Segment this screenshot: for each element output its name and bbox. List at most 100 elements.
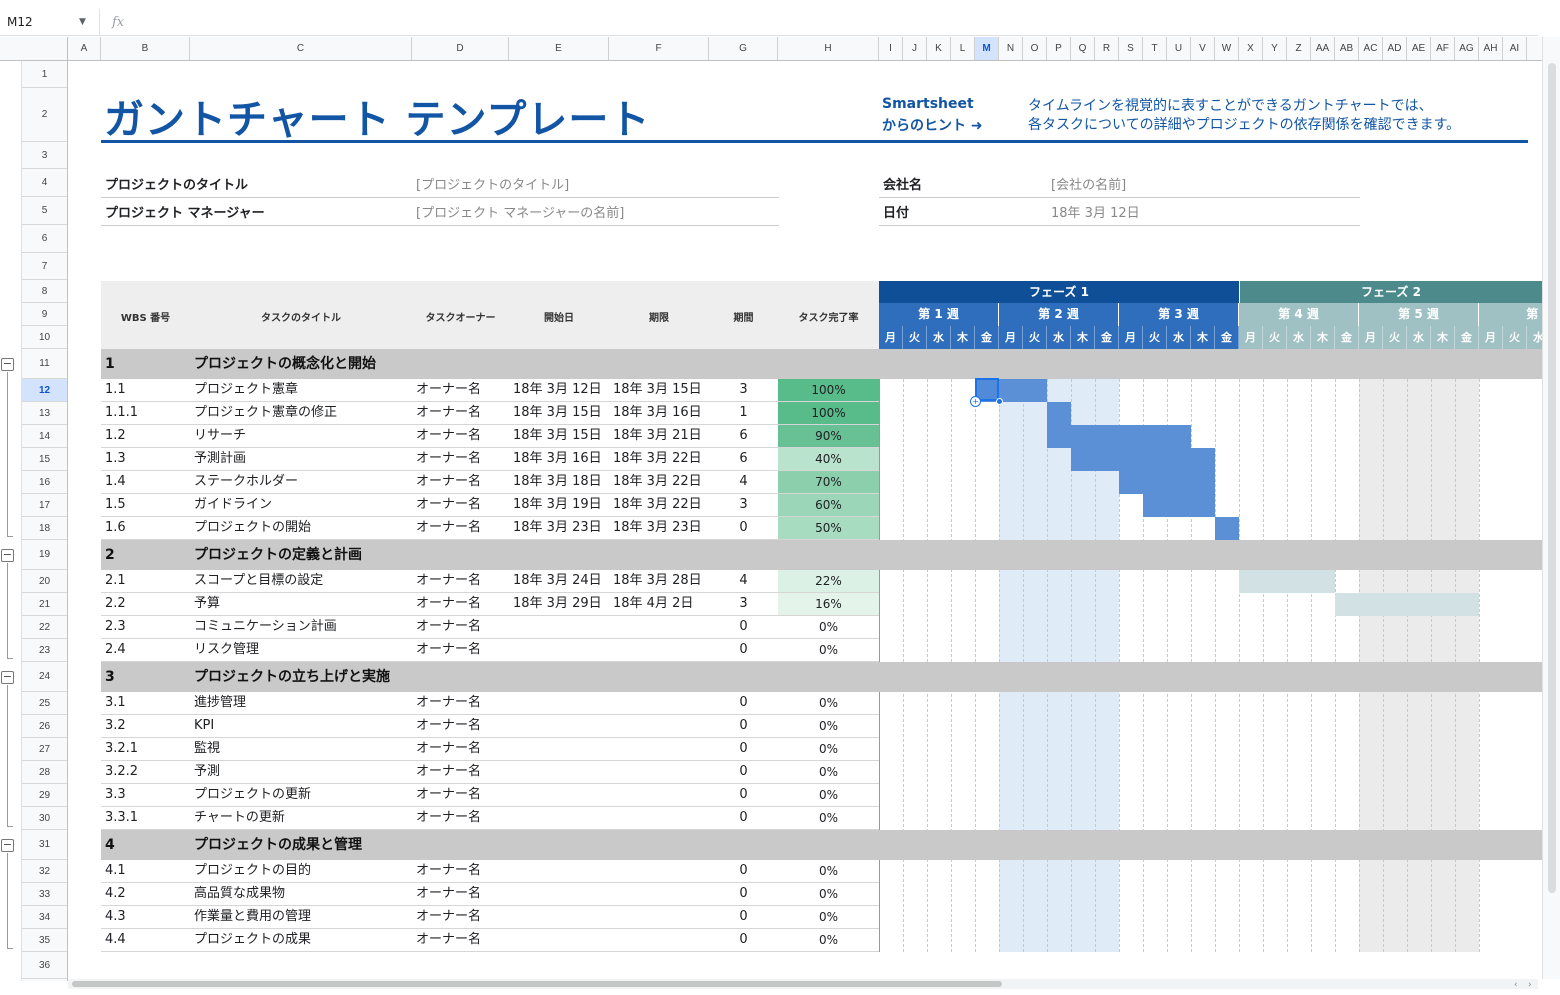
percent-complete[interactable]: 0%	[778, 860, 879, 882]
duration[interactable]: 6	[709, 448, 778, 470]
row-header[interactable]: 11	[22, 349, 67, 379]
table-row[interactable]: 2.3 コミュニケーション計画 オーナー名 0 0%	[101, 616, 879, 639]
column-header[interactable]: AD	[1383, 37, 1407, 60]
row-header[interactable]: 20	[22, 570, 67, 593]
column-header[interactable]: H	[778, 37, 879, 60]
duration[interactable]: 1	[709, 402, 778, 424]
task-owner[interactable]: オーナー名	[416, 692, 481, 714]
duration[interactable]: 0	[709, 883, 778, 905]
column-header[interactable]: V	[1191, 37, 1215, 60]
percent-complete[interactable]: 0%	[778, 761, 879, 783]
start-date[interactable]: 18年 3月 12日	[513, 379, 602, 401]
percent-complete[interactable]: 0%	[778, 715, 879, 737]
table-row[interactable]: 2.1 スコープと目標の設定 オーナー名 18年 3月 24日 18年 3月 28日 4 2…	[101, 570, 879, 593]
task-title[interactable]: ガイドライン	[194, 494, 272, 516]
column-header[interactable]: W	[1215, 37, 1239, 60]
task-title[interactable]: プロジェクト憲章の修正	[194, 402, 337, 424]
task-title[interactable]: プロジェクトの更新	[194, 784, 311, 806]
row-header[interactable]: 2	[22, 88, 67, 142]
table-row[interactable]: 3.2.2 予測 オーナー名 0 0%	[101, 761, 879, 784]
task-owner[interactable]: オーナー名	[416, 379, 481, 401]
row-header[interactable]: 30	[22, 807, 67, 830]
drag-handle-icon[interactable]: +	[970, 396, 981, 407]
column-header[interactable]: I	[879, 37, 903, 60]
end-date[interactable]: 18年 3月 22日	[613, 448, 702, 470]
scroll-left-icon[interactable]: ‹	[1514, 980, 1518, 990]
row-header[interactable]: 15	[22, 448, 67, 471]
row-header[interactable]: 34	[22, 906, 67, 929]
column-header[interactable]: AI	[1503, 37, 1527, 60]
table-row[interactable]: 4.4 プロジェクトの成果 オーナー名 0 0%	[101, 929, 879, 952]
vertical-scrollbar[interactable]	[1542, 37, 1560, 979]
percent-complete[interactable]: 16%	[778, 593, 879, 615]
task-title[interactable]: リサーチ	[194, 425, 246, 447]
table-row[interactable]: 4.3 作業量と費用の管理 オーナー名 0 0%	[101, 906, 879, 929]
row-header[interactable]: 5	[22, 197, 67, 225]
duration[interactable]: 0	[709, 616, 778, 638]
column-header[interactable]: R	[1095, 37, 1119, 60]
percent-complete[interactable]: 70%	[778, 471, 879, 493]
duration[interactable]: 6	[709, 425, 778, 447]
horizontal-scrollbar[interactable]	[68, 979, 1538, 989]
collapse-group-icon[interactable]: −	[1, 357, 14, 371]
end-date[interactable]: 18年 3月 28日	[613, 570, 702, 592]
start-date[interactable]: 18年 3月 15日	[513, 402, 602, 424]
start-date[interactable]: 18年 3月 15日	[513, 425, 602, 447]
task-owner[interactable]: オーナー名	[416, 883, 481, 905]
task-title[interactable]: プロジェクトの成果	[194, 929, 311, 951]
task-title[interactable]: 高品質な成果物	[194, 883, 285, 905]
task-owner[interactable]: オーナー名	[416, 929, 481, 951]
task-title[interactable]: チャートの更新	[194, 807, 285, 829]
duration[interactable]: 3	[709, 593, 778, 615]
row-header[interactable]: 13	[22, 402, 67, 425]
start-date[interactable]: 18年 3月 23日	[513, 517, 602, 539]
task-owner[interactable]: オーナー名	[416, 402, 481, 424]
start-date[interactable]: 18年 3月 18日	[513, 471, 602, 493]
column-header[interactable]: AF	[1431, 37, 1455, 60]
task-owner[interactable]: オーナー名	[416, 860, 481, 882]
duration[interactable]: 3	[709, 379, 778, 401]
task-title[interactable]: 監視	[194, 738, 220, 760]
task-title[interactable]: 予測計画	[194, 448, 246, 470]
sheet-grid[interactable]: ガントチャート テンプレート Smartsheet からのヒント ➜ タイムライ…	[68, 61, 1542, 981]
gantt-bar[interactable]	[1239, 570, 1335, 593]
fill-handle[interactable]	[996, 398, 1003, 405]
column-header[interactable]: K	[927, 37, 951, 60]
table-row[interactable]: 1.1.1 プロジェクト憲章の修正 オーナー名 18年 3月 15日 18年 3月 16…	[101, 402, 879, 425]
table-row[interactable]: 3.2 KPI オーナー名 0 0%	[101, 715, 879, 738]
table-row[interactable]: 4.2 高品質な成果物 オーナー名 0 0%	[101, 883, 879, 906]
duration[interactable]: 0	[709, 784, 778, 806]
row-header[interactable]: 10	[22, 326, 67, 349]
column-header[interactable]: J	[903, 37, 927, 60]
task-title[interactable]: コミュニケーション計画	[194, 616, 337, 638]
task-owner[interactable]: オーナー名	[416, 570, 481, 592]
percent-complete[interactable]: 0%	[778, 929, 879, 951]
end-date[interactable]: 18年 3月 22日	[613, 471, 702, 493]
start-date[interactable]: 18年 3月 16日	[513, 448, 602, 470]
company-value[interactable]: [会社の名前]	[1051, 174, 1126, 193]
column-header[interactable]: L	[951, 37, 975, 60]
table-row[interactable]: 1.3 予測計画 オーナー名 18年 3月 16日 18年 3月 22日 6 40%	[101, 448, 879, 471]
row-header[interactable]: 26	[22, 715, 67, 738]
column-header[interactable]: O	[1023, 37, 1047, 60]
pm-value[interactable]: [プロジェクト マネージャーの名前]	[416, 202, 624, 221]
duration[interactable]: 0	[709, 807, 778, 829]
gantt-bar[interactable]	[1119, 471, 1215, 494]
row-header[interactable]: 33	[22, 883, 67, 906]
task-title[interactable]: 予測	[194, 761, 220, 783]
column-header[interactable]: A	[68, 37, 101, 60]
table-row[interactable]: 2.4 リスク管理 オーナー名 0 0%	[101, 639, 879, 662]
duration[interactable]: 0	[709, 692, 778, 714]
column-header[interactable]: AC	[1359, 37, 1383, 60]
percent-complete[interactable]: 0%	[778, 738, 879, 760]
collapse-group-icon[interactable]: −	[1, 548, 14, 562]
row-header[interactable]: 23	[22, 639, 67, 662]
table-row[interactable]: 3.3 プロジェクトの更新 オーナー名 0 0%	[101, 784, 879, 807]
scroll-thumb[interactable]	[1548, 63, 1556, 893]
column-header[interactable]: X	[1239, 37, 1263, 60]
task-owner[interactable]: オーナー名	[416, 738, 481, 760]
task-owner[interactable]: オーナー名	[416, 425, 481, 447]
task-title[interactable]: プロジェクト憲章	[194, 379, 298, 401]
row-header[interactable]: 6	[22, 225, 67, 253]
duration[interactable]: 0	[709, 929, 778, 951]
